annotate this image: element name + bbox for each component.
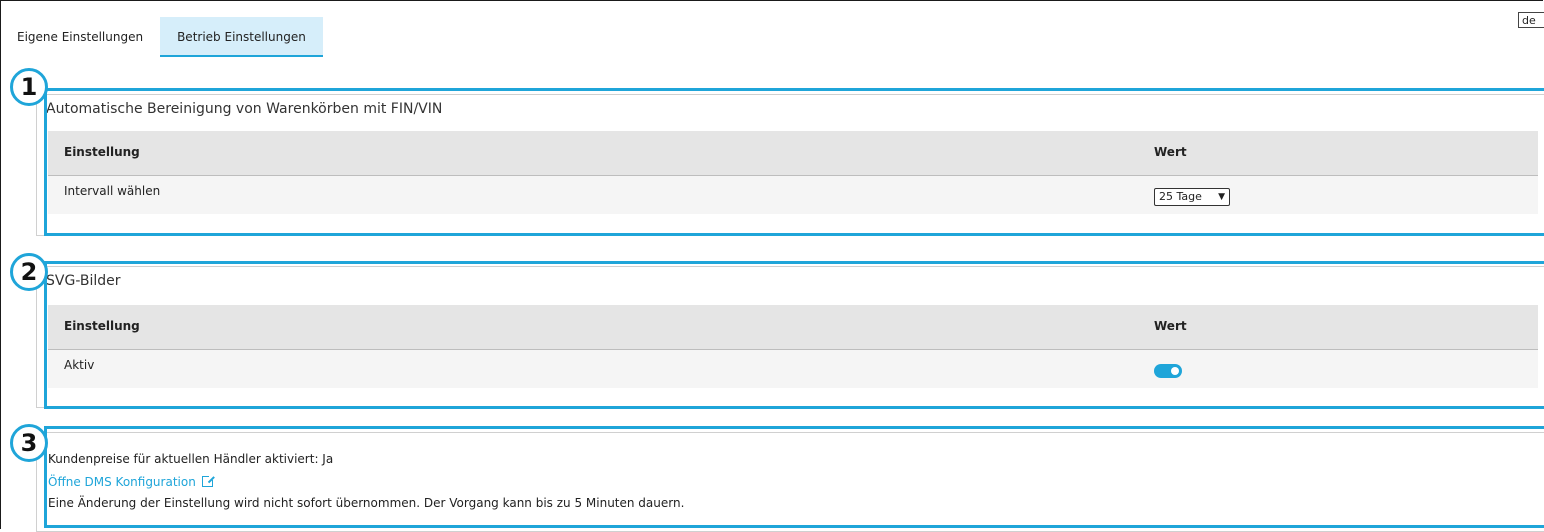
tab-betrieb-einstellungen[interactable]: Betrieb Einstellungen bbox=[160, 17, 323, 57]
step-badge-1: 1 bbox=[10, 68, 48, 106]
step-badge-2: 2 bbox=[10, 253, 48, 291]
tab-bar: Eigene Einstellungen Betrieb Einstellung… bbox=[0, 17, 323, 57]
highlight-box-3 bbox=[44, 426, 1544, 528]
highlight-box-1 bbox=[44, 88, 1544, 236]
tab-eigene-einstellungen[interactable]: Eigene Einstellungen bbox=[0, 17, 160, 57]
step-badge-3: 3 bbox=[10, 424, 48, 462]
language-select[interactable]: de bbox=[1518, 12, 1544, 28]
highlight-box-2 bbox=[44, 261, 1544, 409]
